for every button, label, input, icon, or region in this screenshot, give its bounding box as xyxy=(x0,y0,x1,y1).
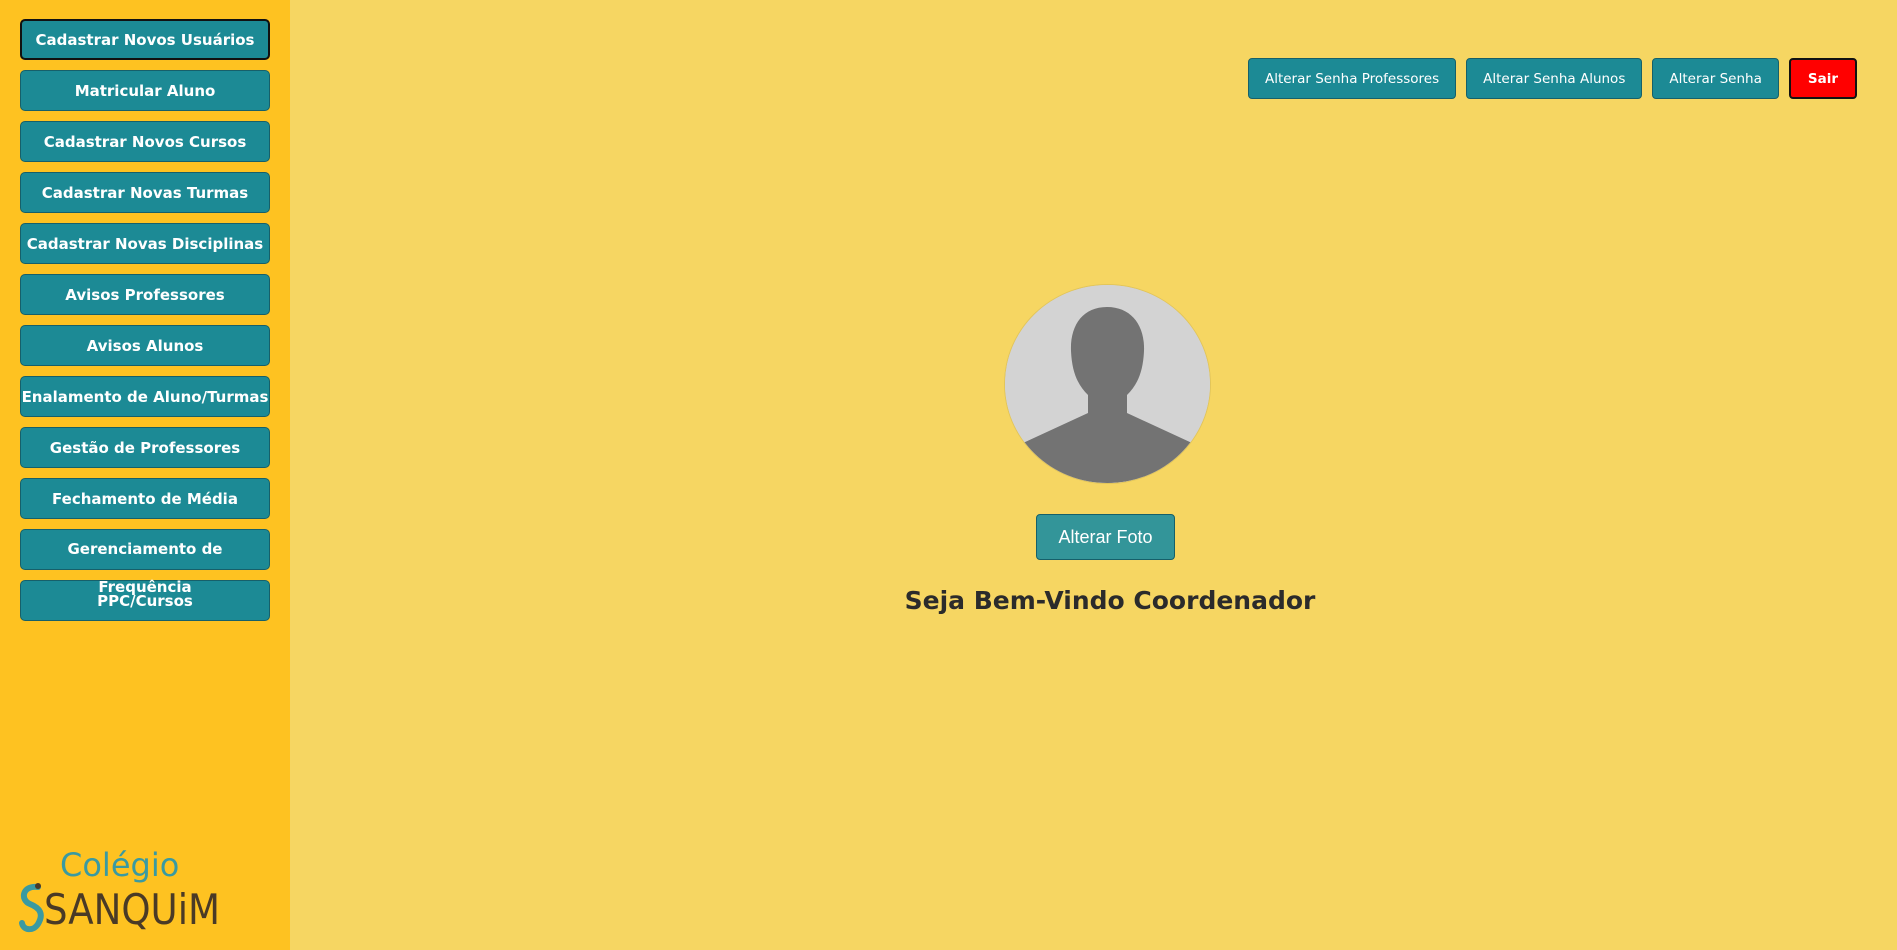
sidebar-item-avisos-professores[interactable]: Avisos Professores xyxy=(20,274,270,315)
sidebar-item-matricular-aluno[interactable]: Matricular Aluno xyxy=(20,70,270,111)
avatar xyxy=(1005,285,1210,483)
sidebar-item-cadastrar-cursos[interactable]: Cadastrar Novos Cursos xyxy=(20,121,270,162)
logo-s-dot xyxy=(35,883,41,889)
sidebar-item-cadastrar-disciplinas[interactable]: Cadastrar Novas Disciplinas xyxy=(20,223,270,264)
sidebar-item-gestao-professores[interactable]: Gestão de Professores xyxy=(20,427,270,468)
top-action-bar: Alterar Senha Professores Alterar Senha … xyxy=(1247,58,1857,99)
sidebar-item-ppc-cursos[interactable]: PPC/Cursos xyxy=(20,580,270,621)
change-password-button[interactable]: Alterar Senha xyxy=(1652,58,1779,99)
sidebar-item-avisos-alunos[interactable]: Avisos Alunos xyxy=(20,325,270,366)
sidebar-item-gerenciamento-frequencia[interactable]: Gerenciamento de Frequência xyxy=(20,529,270,596)
sidebar-nav: Cadastrar Novos Usuários Matricular Alun… xyxy=(20,19,270,631)
sidebar-item-cadastrar-usuarios[interactable]: Cadastrar Novos Usuários xyxy=(20,19,270,60)
change-teacher-password-button[interactable]: Alterar Senha Professores xyxy=(1247,58,1457,99)
logo-text-line2: SANQUiM xyxy=(44,885,220,934)
sidebar-item-cadastrar-turmas[interactable]: Cadastrar Novas Turmas xyxy=(20,172,270,213)
logout-button[interactable]: Sair xyxy=(1788,58,1857,99)
colegio-sanquim-logo: Colégio SANQUiM xyxy=(19,846,220,934)
sidebar-item-fechamento-media[interactable]: Fechamento de Média xyxy=(20,478,270,519)
logo-text-line1: Colégio xyxy=(60,846,179,884)
user-placeholder-icon xyxy=(1005,285,1210,483)
sidebar: Cadastrar Novos Usuários Matricular Alun… xyxy=(0,0,290,950)
logo-s-mark xyxy=(19,883,44,933)
change-student-password-button[interactable]: Alterar Senha Alunos xyxy=(1466,58,1643,99)
welcome-heading: Seja Bem-Vindo Coordenador xyxy=(904,586,1316,615)
sidebar-item-enalamento-aluno-turmas[interactable]: Enalamento de Aluno/Turmas xyxy=(20,376,270,417)
change-photo-button[interactable]: Alterar Foto xyxy=(1036,514,1175,560)
